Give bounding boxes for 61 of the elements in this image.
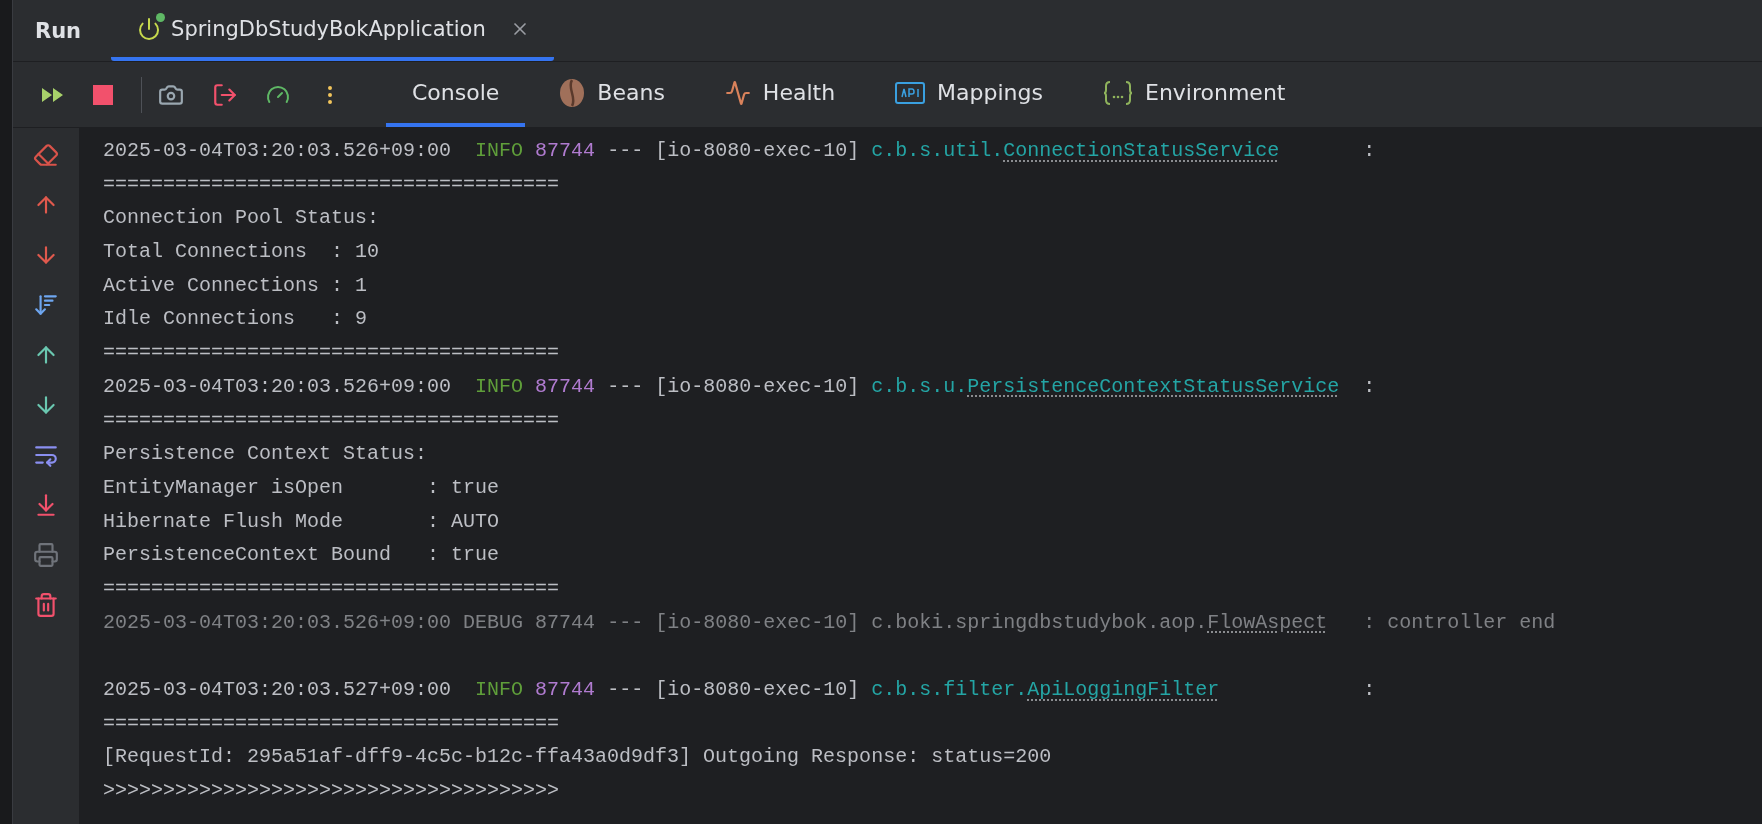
console-line: Connection Pool Status: xyxy=(103,206,380,230)
log-separator: --- xyxy=(607,139,644,162)
thread-name: [io-8080-exec-10] xyxy=(655,374,860,398)
console-line: ====================================== xyxy=(103,711,560,735)
braces-icon xyxy=(1103,79,1133,106)
console-line: ====================================== xyxy=(103,172,560,196)
logger-name[interactable]: c.boki.springdbstudybok.aop.FlowAspect xyxy=(871,605,1352,640)
coffee-bean-icon xyxy=(559,77,586,108)
log-timestamp: 2025-03-04T03:20:03.526+09:00 xyxy=(103,610,452,634)
thread-name: [io-8080-exec-10] xyxy=(655,610,860,634)
trash-icon[interactable] xyxy=(33,592,59,618)
console-line: ====================================== xyxy=(103,576,560,600)
sort-icon[interactable] xyxy=(33,292,59,318)
tool-tab[interactable]: Beans xyxy=(533,62,691,127)
log-timestamp: 2025-03-04T03:20:03.527+09:00 xyxy=(103,678,452,701)
printer-icon[interactable] xyxy=(33,542,59,568)
logger-name[interactable]: c.b.s.filter.ApiLoggingFilter xyxy=(871,673,1352,707)
tool-tab[interactable]: Environment xyxy=(1077,62,1312,127)
console-line: Hibernate Flush Mode : AUTO xyxy=(103,509,500,533)
console-line: Persistence Context Status: xyxy=(103,442,428,466)
tool-tab[interactable]: Health xyxy=(698,62,862,127)
panel-title: Run xyxy=(35,18,82,43)
log-colon: : xyxy=(1363,374,1376,398)
process-id: 87744 xyxy=(535,374,596,398)
log-separator: --- xyxy=(607,678,644,701)
pulse-icon xyxy=(724,79,751,106)
tool-tab[interactable]: Console xyxy=(386,62,526,127)
log-level: INFO xyxy=(474,138,524,164)
eraser-icon[interactable] xyxy=(33,142,59,168)
logger-name[interactable]: c.b.s.util.ConnectionStatusService xyxy=(871,134,1352,168)
process-id: 87744 xyxy=(535,678,596,701)
log-level: DEBUG xyxy=(463,609,524,636)
console-line: Idle Connections : 9 xyxy=(103,307,368,331)
log-timestamp: 2025-03-04T03:20:03.526+09:00 xyxy=(103,374,452,398)
rerun-icon[interactable] xyxy=(41,85,65,104)
log-level: INFO xyxy=(474,677,524,703)
console-line: [RequestId: 295a51af-dff9-4c5c-b12c-ffa43a0d9df3] Outgoing Response: status=200 xyxy=(103,745,1052,769)
api-icon xyxy=(895,81,926,104)
log-message: controller end xyxy=(1387,610,1556,634)
console-line: EntityManager isOpen : true xyxy=(103,475,500,499)
logger-name[interactable]: c.b.s.u.PersistenceContextStatusService xyxy=(871,369,1352,404)
stop-icon[interactable] xyxy=(93,84,113,105)
tool-tab[interactable]: Mappings xyxy=(869,62,1069,127)
console-line: ====================================== xyxy=(103,408,560,432)
thread-name: [io-8080-exec-10] xyxy=(655,139,860,162)
exit-icon[interactable] xyxy=(212,81,238,108)
log-colon: : xyxy=(1363,139,1376,162)
log-level: INFO xyxy=(474,373,524,400)
log-colon: : xyxy=(1363,678,1376,701)
console-line: Total Connections : 10 xyxy=(103,240,380,264)
console-line: ====================================== xyxy=(103,341,560,365)
thread-name: [io-8080-exec-10] xyxy=(655,678,860,701)
log-separator: --- xyxy=(607,610,644,634)
log-separator: --- xyxy=(607,374,644,398)
process-id: 87744 xyxy=(535,610,596,634)
process-id: 87744 xyxy=(535,139,596,162)
console-line: Active Connections : 1 xyxy=(103,273,368,297)
console-line: PersistenceContext Bound : true xyxy=(103,543,500,567)
console-line: >>>>>>>>>>>>>>>>>>>>>>>>>>>>>>>>>>>>>> xyxy=(103,779,560,803)
log-colon: : xyxy=(1363,610,1376,634)
log-timestamp: 2025-03-04T03:20:03.526+09:00 xyxy=(103,139,452,162)
